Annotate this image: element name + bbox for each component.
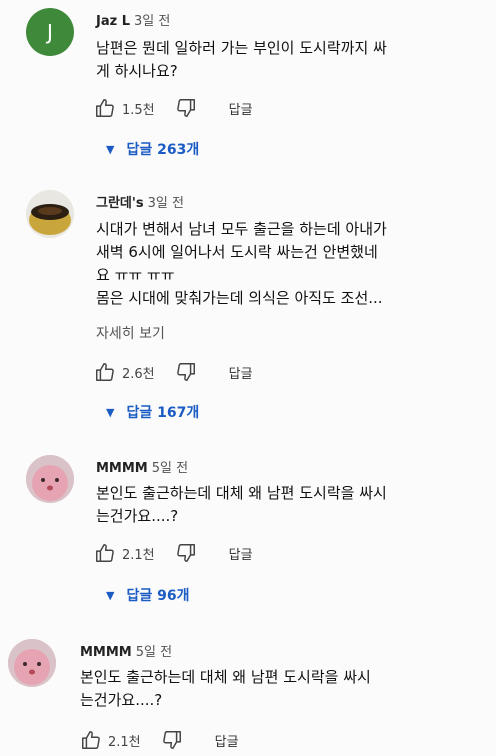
comment-line: 시대가 변해서 남녀 모두 출근을 하는데 아내가 (96, 220, 387, 238)
comment-line: 요 ㅠㅠ ㅠㅠ (96, 266, 175, 284)
replies-count-label: 답글 96개 (126, 588, 190, 604)
caret-down-icon: ▼ (106, 588, 115, 602)
comment-line: 몸은 시대에 맞춰가는데 의식은 아직도 조선... (96, 289, 383, 307)
read-more-link[interactable]: 자세히 보기 (96, 323, 165, 343)
comment-meta: 그란데's 3일 전 (96, 192, 184, 211)
thumbs-up-icon[interactable] (80, 729, 102, 751)
comment-meta: MMMM 5일 전 (80, 641, 172, 660)
view-replies-button[interactable]: ▼ 답글 263개 (106, 139, 199, 159)
comment-line: 는건가요....? (96, 507, 179, 525)
comment: MMMM 5일 전 본인도 출근하는데 대체 왜 남편 도시락을 싸시 는건가요.… (0, 625, 496, 756)
reply-button[interactable]: 답글 (229, 363, 253, 382)
thumbs-up-icon[interactable] (94, 542, 116, 564)
view-replies-button[interactable]: ▼ 답글 167개 (106, 402, 199, 422)
timestamp[interactable]: 3일 전 (134, 14, 170, 29)
avatar[interactable] (26, 455, 74, 503)
thumbs-up-icon[interactable] (94, 97, 116, 119)
comment-meta: Jaz L 3일 전 (96, 10, 170, 29)
comment-text: 시대가 변해서 남녀 모두 출근을 하는데 아내가 새벽 6시에 일어나서 도시… (96, 218, 476, 310)
comment-line: 새벽 6시에 일어나서 도시락 싸는건 안변했네 (96, 243, 378, 261)
avatar[interactable]: J (26, 8, 74, 56)
author-name[interactable]: MMMM (80, 645, 132, 660)
like-count: 1.5천 (122, 102, 155, 118)
avatar[interactable] (26, 190, 74, 238)
pink-character-avatar-icon (26, 455, 74, 503)
comment-line: 남편은 뭔데 일하러 가는 부인이 도시락까지 싸 (96, 39, 387, 57)
thumbs-up-icon[interactable] (94, 361, 116, 383)
thumbs-down-icon[interactable] (161, 729, 183, 751)
avatar[interactable] (8, 639, 56, 687)
comment-line: 본인도 출근하는데 대체 왜 남편 도시락을 싸시 (80, 668, 371, 686)
comment-actions: 1.5천 답글 (94, 97, 253, 119)
author-name[interactable]: Jaz L (96, 14, 130, 29)
comment-actions: 2.1천 답글 (94, 542, 253, 564)
comment: J Jaz L 3일 전 남편은 뭔데 일하러 가는 부인이 도시락까지 싸 게 … (0, 0, 496, 180)
thumbs-down-icon[interactable] (175, 542, 197, 564)
like-count: 2.1천 (108, 734, 141, 750)
comment: 그란데's 3일 전 시대가 변해서 남녀 모두 출근을 하는데 아내가 새벽 6… (0, 180, 496, 435)
comment-text: 본인도 출근하는데 대체 왜 남편 도시락을 싸시 는건가요....? (80, 666, 460, 712)
reply-button[interactable]: 답글 (215, 731, 239, 750)
reply-button[interactable]: 답글 (229, 99, 253, 118)
comment-line: 본인도 출근하는데 대체 왜 남편 도시락을 싸시 (96, 484, 387, 502)
reply-button[interactable]: 답글 (229, 544, 253, 563)
coffee-cup-avatar-icon (26, 190, 74, 238)
comment-text: 남편은 뭔데 일하러 가는 부인이 도시락까지 싸 게 하시나요? (96, 37, 476, 83)
author-name[interactable]: 그란데's (96, 196, 144, 211)
author-name[interactable]: MMMM (96, 461, 148, 476)
caret-down-icon: ▼ (106, 405, 115, 419)
timestamp[interactable]: 5일 전 (152, 461, 188, 476)
comment-line: 는건가요....? (80, 691, 163, 709)
timestamp[interactable]: 5일 전 (136, 645, 172, 660)
view-replies-button[interactable]: ▼ 답글 96개 (106, 585, 189, 605)
comment: MMMM 5일 전 본인도 출근하는데 대체 왜 남편 도시락을 싸시 는건가요.… (0, 435, 496, 625)
avatar-letter: J (47, 20, 53, 44)
like-count: 2.6천 (122, 366, 155, 382)
like-count: 2.1천 (122, 547, 155, 563)
replies-count-label: 답글 167개 (126, 405, 200, 421)
comment-actions: 2.6천 답글 (94, 361, 253, 383)
comment-text: 본인도 출근하는데 대체 왜 남편 도시락을 싸시 는건가요....? (96, 482, 476, 528)
comment-line: 게 하시나요? (96, 62, 178, 80)
caret-down-icon: ▼ (106, 142, 115, 156)
thumbs-down-icon[interactable] (175, 97, 197, 119)
timestamp[interactable]: 3일 전 (148, 196, 184, 211)
thumbs-down-icon[interactable] (175, 361, 197, 383)
comment-actions: 2.1천 답글 (80, 729, 239, 751)
replies-count-label: 답글 263개 (126, 142, 200, 158)
pink-character-avatar-icon (8, 639, 56, 687)
comment-meta: MMMM 5일 전 (96, 457, 188, 476)
